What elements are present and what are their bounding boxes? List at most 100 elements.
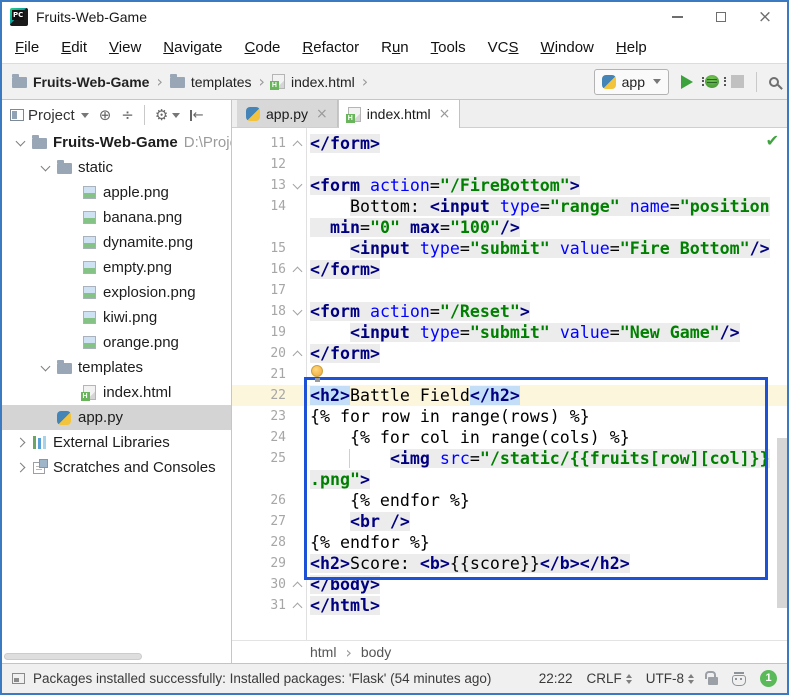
tab-app-py[interactable]: app.py×	[237, 100, 338, 127]
tree-icon-slot	[80, 236, 98, 249]
code-line-18[interactable]: 18<form action="/Reset">	[232, 301, 787, 322]
tree-icon-slot	[80, 385, 98, 400]
fold-marker-icon[interactable]	[293, 141, 303, 151]
tree-chevron-down-icon[interactable]	[35, 366, 55, 370]
code-line-17[interactable]: 17	[232, 280, 787, 301]
code-token: value	[560, 323, 610, 342]
tree-item-app-py[interactable]: app.py	[2, 405, 231, 430]
menu-item-vcs[interactable]: VCS	[477, 32, 530, 63]
intention-bulb-icon[interactable]	[311, 365, 323, 377]
breadcrumb-item-fruits-web-game[interactable]: Fruits-Web-Game	[12, 74, 149, 90]
fold-marker-icon[interactable]	[293, 180, 303, 190]
stop-button[interactable]	[731, 75, 744, 88]
tree-item-fruits-web-game[interactable]: Fruits-Web-GameD:\Proje	[2, 130, 231, 155]
menu-item-edit[interactable]: Edit	[50, 32, 98, 63]
tree-item-static[interactable]: static	[2, 155, 231, 180]
code-line-wrap[interactable]: min="0" max="100"/>	[232, 217, 787, 238]
fold-marker-icon[interactable]	[293, 582, 303, 592]
hide-panel-button[interactable]: ←	[190, 108, 203, 123]
menu-item-window[interactable]: Window	[530, 32, 605, 63]
breadcrumb-item-templates[interactable]: templates	[170, 74, 252, 90]
menu-item-file[interactable]: File	[4, 32, 50, 63]
menu-item-help[interactable]: Help	[605, 32, 658, 63]
code-line-29[interactable]: 29<h2>Score: <b>{{score}}</b></h2>	[232, 553, 787, 574]
code-line-30[interactable]: 30</body>	[232, 574, 787, 595]
code-line-20[interactable]: 20</form>	[232, 343, 787, 364]
readonly-lock-icon[interactable]	[708, 677, 718, 685]
menu-item-tools[interactable]: Tools	[420, 32, 477, 63]
code-line-22[interactable]: 22<h2>Battle Field</h2>	[232, 385, 787, 406]
tree-item-scratches-and-consoles[interactable]: Scratches and Consoles	[2, 455, 231, 480]
maximize-button[interactable]	[699, 2, 743, 32]
tree-item-index-html[interactable]: index.html	[2, 380, 231, 405]
project-view-selector[interactable]: Project	[10, 107, 89, 124]
tree-item-apple-png[interactable]: apple.png	[2, 180, 231, 205]
menu-item-code[interactable]: Code	[234, 32, 292, 63]
tree-item-empty-png[interactable]: empty.png	[2, 255, 231, 280]
fold-marker-icon[interactable]	[293, 351, 303, 361]
tree-item-explosion-png[interactable]: explosion.png	[2, 280, 231, 305]
locate-file-button[interactable]: ⊕	[99, 108, 112, 123]
tree-icon-slot	[80, 311, 98, 324]
fold-marker-icon[interactable]	[293, 267, 303, 277]
search-everywhere-button[interactable]	[769, 77, 779, 87]
horizontal-scrollbar[interactable]	[4, 653, 142, 660]
tree-chevron-down-icon[interactable]	[10, 141, 30, 145]
vertical-scrollbar[interactable]	[777, 438, 787, 608]
menu-item-refactor[interactable]: Refactor	[291, 32, 370, 63]
code-line-16[interactable]: 16</form>	[232, 259, 787, 280]
menu-item-view[interactable]: View	[98, 32, 152, 63]
tree-item-dynamite-png[interactable]: dynamite.png	[2, 230, 231, 255]
tab-close-icon[interactable]: ×	[316, 106, 328, 122]
tree-chevron-down-icon[interactable]	[35, 166, 55, 170]
code-line-31[interactable]: 31</html>	[232, 595, 787, 616]
fold-marker-icon[interactable]	[293, 306, 303, 316]
code-line-15[interactable]: 15 <input type="submit" value="Fire Bott…	[232, 238, 787, 259]
code-line-26[interactable]: 26 {% endfor %}	[232, 490, 787, 511]
code-token: "submit"	[470, 239, 550, 258]
line-number: 30	[232, 574, 286, 595]
caret-position[interactable]: 22:22	[539, 671, 573, 686]
line-ending-selector[interactable]: CRLF	[586, 671, 631, 686]
tree-item-kiwi-png[interactable]: kiwi.png	[2, 305, 231, 330]
inspection-status-icon[interactable]: ✔	[766, 131, 779, 150]
collapse-all-button[interactable]: ÷	[121, 108, 134, 123]
menu-item-navigate[interactable]: Navigate	[152, 32, 233, 63]
tab-close-icon[interactable]: ×	[439, 106, 451, 122]
toolwindow-toggle-icon[interactable]	[12, 673, 25, 684]
code-line-24[interactable]: 24 {% for col in range(cols) %}	[232, 427, 787, 448]
debug-button[interactable]	[705, 75, 719, 88]
code-line-23[interactable]: 23{% for row in range(rows) %}	[232, 406, 787, 427]
code-line-12[interactable]: 12	[232, 154, 787, 175]
code-line-11[interactable]: 11</form>	[232, 133, 787, 154]
tab-index-html[interactable]: index.html×	[338, 100, 461, 128]
updown-arrows-icon	[688, 674, 694, 684]
settings-button[interactable]: ⚙	[155, 108, 180, 123]
editor-breadcrumb-html[interactable]: html	[310, 644, 336, 660]
code-line-13[interactable]: 13<form action="/FireBottom">	[232, 175, 787, 196]
tree-item-external-libraries[interactable]: External Libraries	[2, 430, 231, 455]
tree-chevron-right-icon[interactable]	[10, 464, 30, 471]
tree-item-templates[interactable]: templates	[2, 355, 231, 380]
encoding-selector[interactable]: UTF-8	[646, 671, 694, 686]
tree-item-banana-png[interactable]: banana.png	[2, 205, 231, 230]
code-line-14[interactable]: 14 Bottom: <input type="range" name="pos…	[232, 196, 787, 217]
minimize-button[interactable]	[655, 2, 699, 32]
editor-breadcrumb-body[interactable]: body	[361, 644, 391, 660]
menu-item-run[interactable]: Run	[370, 32, 420, 63]
tree-chevron-right-icon[interactable]	[10, 439, 30, 446]
run-configuration-select[interactable]: app	[594, 69, 669, 95]
fold-marker-icon[interactable]	[293, 603, 303, 613]
run-button[interactable]	[681, 75, 693, 89]
code-line-27[interactable]: 27 <br />	[232, 511, 787, 532]
close-button[interactable]: ×	[743, 2, 787, 32]
code-line-wrap[interactable]: .png">	[232, 469, 787, 490]
breadcrumb-item-index.html[interactable]: index.html	[272, 74, 355, 90]
code-line-28[interactable]: 28{% endfor %}	[232, 532, 787, 553]
code-line-25[interactable]: 25 <img src="/static/{{fruits[row][col]}…	[232, 448, 787, 469]
notification-badge[interactable]: 1	[760, 670, 777, 687]
code-line-19[interactable]: 19 <input type="submit" value="New Game"…	[232, 322, 787, 343]
tree-item-orange-png[interactable]: orange.png	[2, 330, 231, 355]
hector-inspector-icon[interactable]	[732, 675, 746, 686]
code-editor[interactable]: ✔ 11</form>1213<form action="/FireBottom…	[232, 128, 787, 640]
